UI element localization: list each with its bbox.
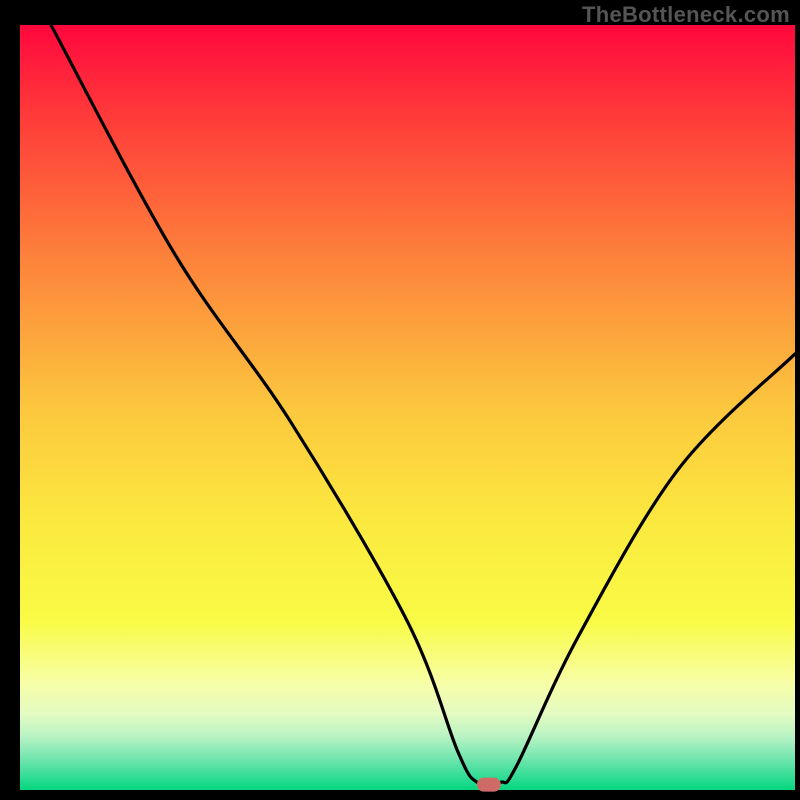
gradient-background <box>20 25 795 790</box>
bottleneck-chart <box>0 0 800 800</box>
chart-container: TheBottleneck.com <box>0 0 800 800</box>
optimal-point-marker <box>477 778 501 792</box>
watermark-text: TheBottleneck.com <box>582 2 790 28</box>
